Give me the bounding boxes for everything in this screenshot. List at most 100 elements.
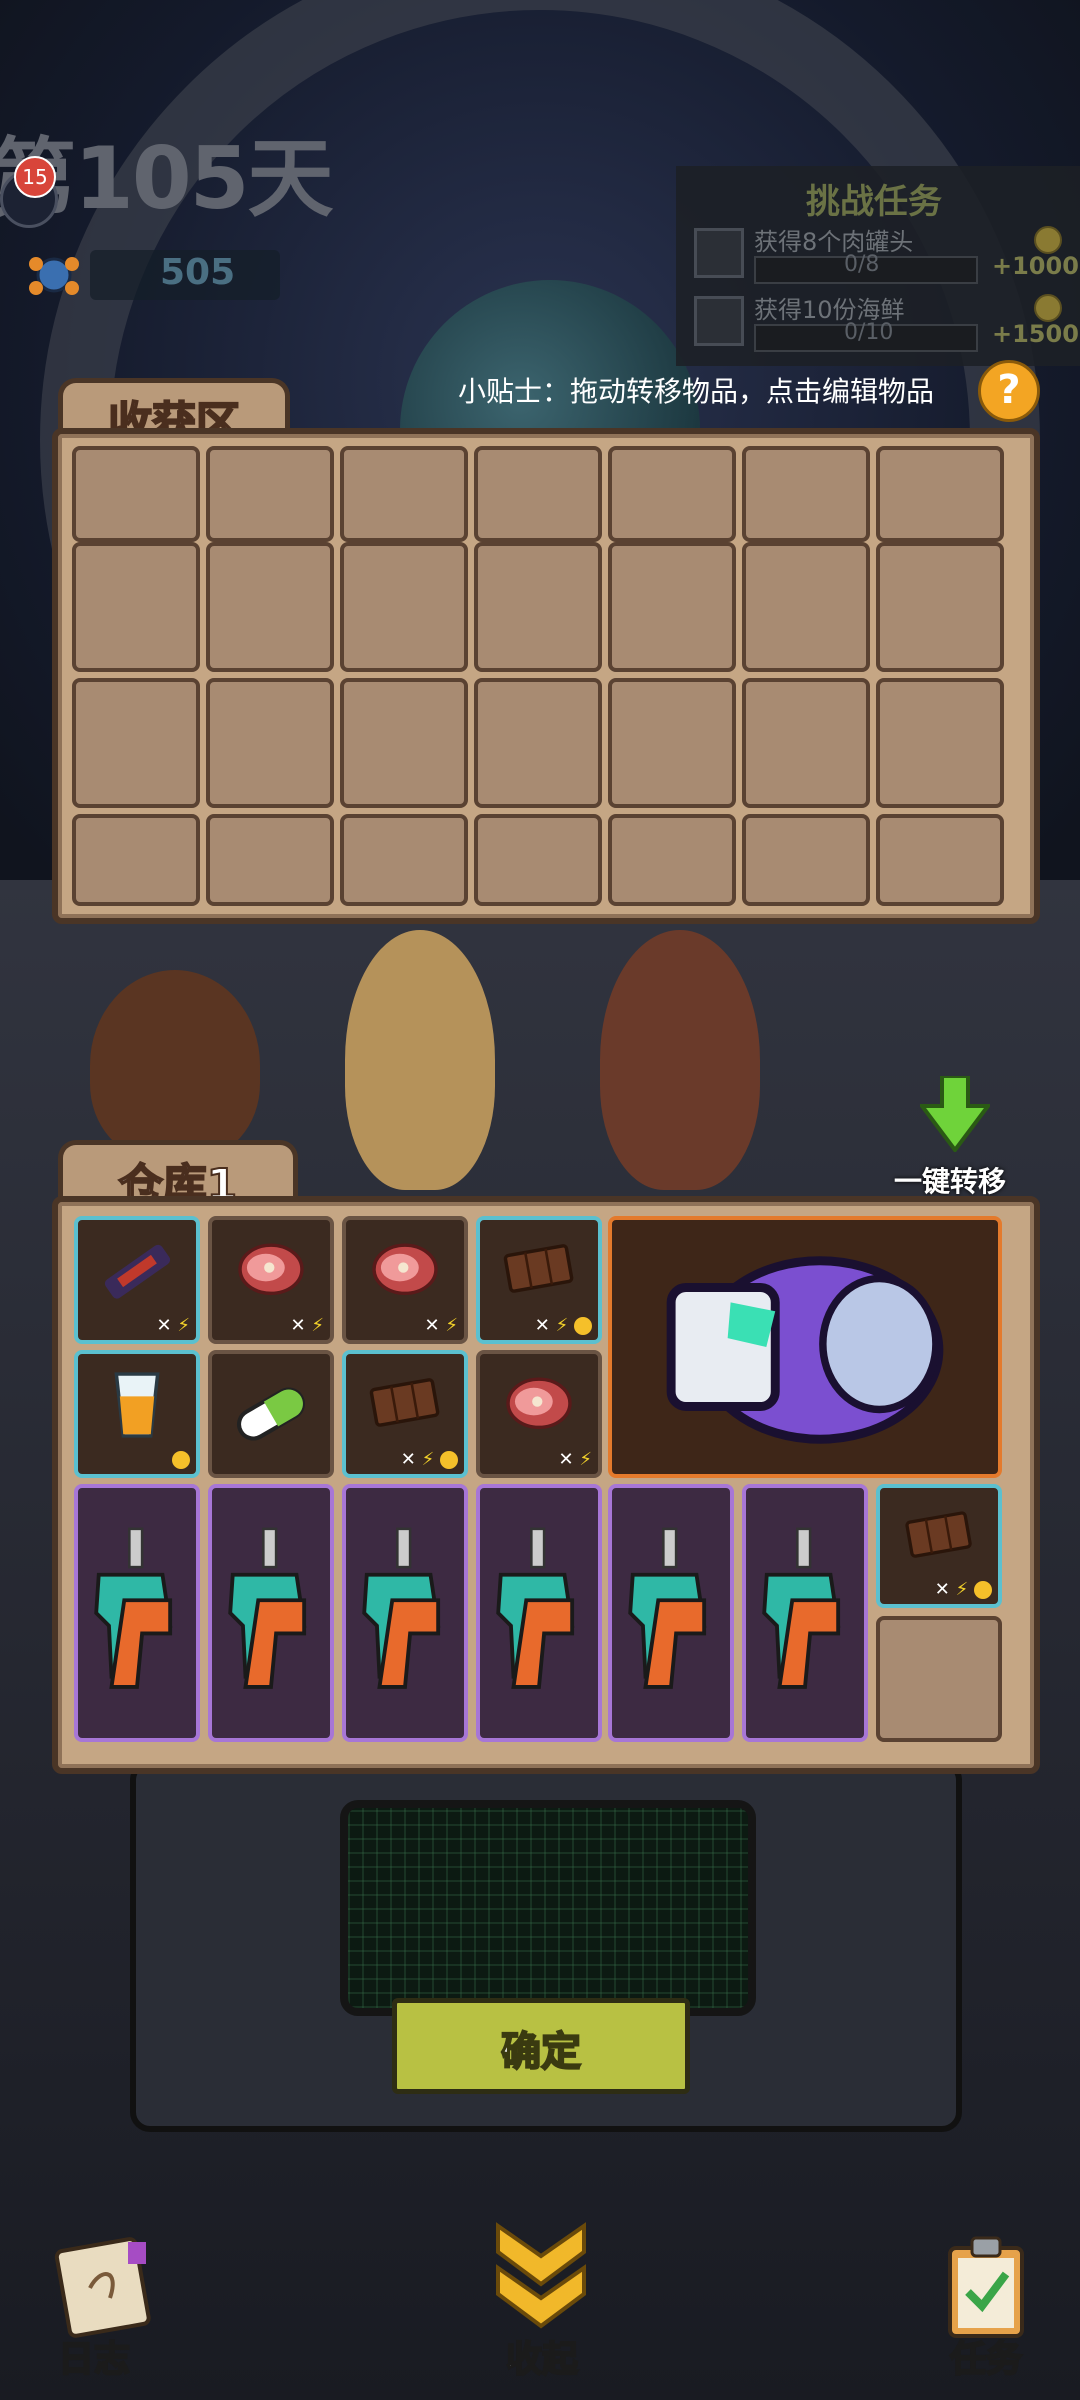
warehouse-item-meat-2[interactable]: ✕ ⚡ <box>342 1216 468 1344</box>
harvest-slot[interactable] <box>72 814 200 906</box>
item-tags <box>172 1449 190 1470</box>
task-panel-title: 挑战任务 <box>806 182 942 222</box>
clipboard-check-icon[interactable] <box>936 2234 1036 2344</box>
harvest-slot[interactable] <box>474 814 602 906</box>
water-gun-icon <box>620 1496 722 1730</box>
harvest-slot[interactable] <box>206 446 334 542</box>
harvest-slot[interactable] <box>474 542 602 672</box>
item-tags: ✕ ⚡ <box>425 1315 458 1336</box>
feather-icon <box>694 296 744 346</box>
bolt-icon: ⚡ <box>177 1315 190 1336</box>
water-gun-icon <box>754 1496 856 1730</box>
warehouse-empty-slot[interactable] <box>876 1616 1002 1742</box>
bolt-icon: ⚡ <box>421 1449 435 1470</box>
console-screen <box>340 1800 756 2016</box>
task-row[interactable]: 获得10份海鲜 0/10 +1500 <box>684 290 1080 352</box>
harvest-slot[interactable] <box>742 542 870 672</box>
warehouse-item-water-gun-4[interactable] <box>476 1484 602 1742</box>
bolt-icon: ⚡ <box>955 1579 969 1600</box>
character-center <box>345 930 495 1190</box>
tasks-button[interactable]: 任务 <box>949 2330 1023 2382</box>
harvest-slot[interactable] <box>876 446 1004 542</box>
fork-knife-icon: ✕ <box>424 1315 440 1336</box>
harvest-slot[interactable] <box>206 678 334 808</box>
warehouse-item-spaceship-part[interactable] <box>608 1216 1002 1478</box>
journal-icon[interactable] <box>50 2228 160 2338</box>
harvest-slot[interactable] <box>206 814 334 906</box>
challenge-task-panel[interactable]: 挑战任务 获得8个肉罐头 0/8 +1000 获得10份海鲜 0/10 +150… <box>676 166 1080 366</box>
harvest-slot[interactable] <box>340 678 468 808</box>
harvest-slot[interactable] <box>206 542 334 672</box>
harvest-slot[interactable] <box>876 678 1004 808</box>
harvest-slot[interactable] <box>876 814 1004 906</box>
harvest-slot[interactable] <box>72 678 200 808</box>
task-row[interactable]: 获得8个肉罐头 0/8 +1000 <box>684 222 1080 284</box>
harvest-slot[interactable] <box>72 446 200 542</box>
warehouse-item-candy-bar[interactable]: ✕ ⚡ <box>74 1216 200 1344</box>
harvest-slot[interactable] <box>340 814 468 906</box>
notification-badge: 15 <box>14 156 56 198</box>
coin-count: 505 <box>160 252 236 293</box>
smile-icon <box>440 1451 458 1469</box>
harvest-slot[interactable] <box>608 542 736 672</box>
canned-meat-icon <box>694 228 744 278</box>
fork-knife-icon: ✕ <box>290 1315 306 1336</box>
warehouse-item-water-gun-2[interactable] <box>208 1484 334 1742</box>
warehouse-item-chocolate-1[interactable]: ✕ ⚡ <box>476 1216 602 1344</box>
warehouse-item-water-gun-6[interactable] <box>742 1484 868 1742</box>
task-reward: +1500 <box>992 320 1079 348</box>
warehouse-item-chocolate-3[interactable]: ✕ ⚡ <box>876 1484 1002 1608</box>
warehouse-item-water-gun-3[interactable] <box>342 1484 468 1742</box>
arrow-down-icon[interactable] <box>920 1076 990 1152</box>
meat-icon <box>220 1228 322 1314</box>
meat-icon <box>354 1228 456 1314</box>
harvest-slot[interactable] <box>742 678 870 808</box>
confirm-button[interactable]: 确定 <box>392 1998 690 2094</box>
chevron-down-icon[interactable] <box>494 2222 588 2332</box>
warehouse-item-chocolate-2[interactable]: ✕ ⚡ <box>342 1350 468 1478</box>
transfer-all-button[interactable]: 一键转移 <box>894 1160 1006 1200</box>
fork-knife-icon: ✕ <box>934 1579 950 1600</box>
harvest-slot[interactable] <box>742 446 870 542</box>
smile-icon <box>172 1451 190 1469</box>
smile-icon <box>974 1581 992 1599</box>
help-button[interactable]: ? <box>978 360 1040 422</box>
warehouse-item-juice[interactable] <box>74 1350 200 1478</box>
item-tags: ✕ ⚡ <box>157 1315 190 1336</box>
task-reward: +1000 <box>992 252 1079 280</box>
bolt-icon: ⚡ <box>555 1315 569 1336</box>
meat-icon <box>488 1362 590 1448</box>
gem-icon <box>29 257 79 295</box>
harvest-slot[interactable] <box>876 542 1004 672</box>
harvest-panel <box>52 428 1040 924</box>
harvest-slot[interactable] <box>608 446 736 542</box>
warehouse-item-water-gun-5[interactable] <box>608 1484 734 1742</box>
warehouse-item-water-gun-1[interactable] <box>74 1484 200 1742</box>
bolt-icon: ⚡ <box>445 1315 458 1336</box>
harvest-slot[interactable] <box>608 814 736 906</box>
spaceship-part-icon <box>620 1228 990 1466</box>
fork-knife-icon: ✕ <box>156 1315 172 1336</box>
harvest-slot[interactable] <box>742 814 870 906</box>
warehouse-item-pill[interactable] <box>208 1350 334 1478</box>
confirm-label: 确定 <box>500 2028 582 2076</box>
coin-icon <box>1034 294 1062 322</box>
harvest-slot[interactable] <box>340 446 468 542</box>
coin-icon <box>1034 226 1062 254</box>
tip-text: 小贴士：拖动转移物品，点击编辑物品 <box>458 375 935 408</box>
item-tags: ✕ ⚡ <box>291 1315 324 1336</box>
harvest-slot[interactable] <box>474 678 602 808</box>
juice-icon <box>86 1362 188 1448</box>
log-button[interactable]: 日志 <box>57 2330 131 2382</box>
harvest-slot[interactable] <box>72 542 200 672</box>
task-progress: 0/8 <box>844 252 880 277</box>
harvest-slot[interactable] <box>474 446 602 542</box>
fork-knife-icon: ✕ <box>534 1315 550 1336</box>
harvest-slot[interactable] <box>608 678 736 808</box>
bolt-icon: ⚡ <box>311 1315 324 1336</box>
warehouse-item-meat-3[interactable]: ✕ ⚡ <box>476 1350 602 1478</box>
collapse-button[interactable]: 收起 <box>505 2330 579 2382</box>
harvest-slot[interactable] <box>340 542 468 672</box>
water-gun-icon <box>86 1496 188 1730</box>
warehouse-item-meat-1[interactable]: ✕ ⚡ <box>208 1216 334 1344</box>
